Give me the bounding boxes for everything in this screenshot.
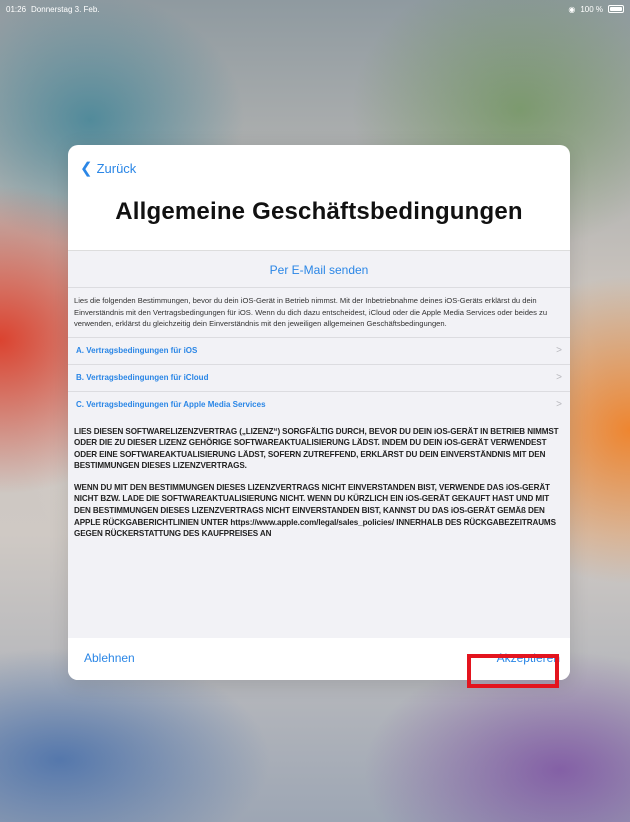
terms-content[interactable]: Per E-Mail senden Lies die folgenden Bes… xyxy=(68,250,570,638)
terms-dialog: ❮ Zurück Allgemeine Geschäftsbedingungen… xyxy=(68,145,570,680)
battery-icon xyxy=(608,5,624,13)
section-label: A. Vertragsbedingungen für iOS xyxy=(76,346,198,355)
chevron-left-icon: ❮ xyxy=(80,160,93,177)
section-label: B. Vertragsbedingungen für iCloud xyxy=(76,373,209,382)
section-ios-terms[interactable]: A. Vertragsbedingungen für iOS > xyxy=(68,336,570,364)
chevron-right-icon: > xyxy=(556,345,562,356)
accept-highlight-box xyxy=(467,654,559,688)
page-title: Allgemeine Geschäftsbedingungen xyxy=(115,198,523,225)
status-time: 01:26 xyxy=(6,4,27,14)
back-button[interactable]: ❮ Zurück xyxy=(80,161,136,176)
battery-percent: 100 % xyxy=(580,4,603,14)
back-label: Zurück xyxy=(96,161,137,176)
license-text: LIES DIESEN SOFTWARELIZENZVERTRAG („LIZE… xyxy=(68,418,570,540)
section-media-services-terms[interactable]: C. Vertragsbedingungen für Apple Media S… xyxy=(68,390,570,418)
status-bar: 01:26 Donnerstag 3. Feb. ◉ 100 % xyxy=(0,0,630,18)
section-icloud-terms[interactable]: B. Vertragsbedingungen für iCloud > xyxy=(68,363,570,391)
decline-button[interactable]: Ablehnen xyxy=(84,651,135,665)
license-paragraph: WENN DU MIT DEN BESTIMMUNGEN DIESES LIZE… xyxy=(74,482,556,539)
license-paragraph: LIES DIESEN SOFTWARELIZENZVERTRAG („LIZE… xyxy=(74,426,559,471)
wifi-icon: ◉ xyxy=(568,4,576,14)
chevron-right-icon: > xyxy=(556,399,562,410)
intro-text: Lies die folgenden Bestimmungen, bevor d… xyxy=(74,296,548,328)
chevron-right-icon: > xyxy=(556,372,562,383)
section-label: C. Vertragsbedingungen für Apple Media S… xyxy=(76,400,266,409)
status-date: Donnerstag 3. Feb. xyxy=(31,4,100,14)
email-send-link[interactable]: Per E-Mail senden xyxy=(68,251,570,288)
